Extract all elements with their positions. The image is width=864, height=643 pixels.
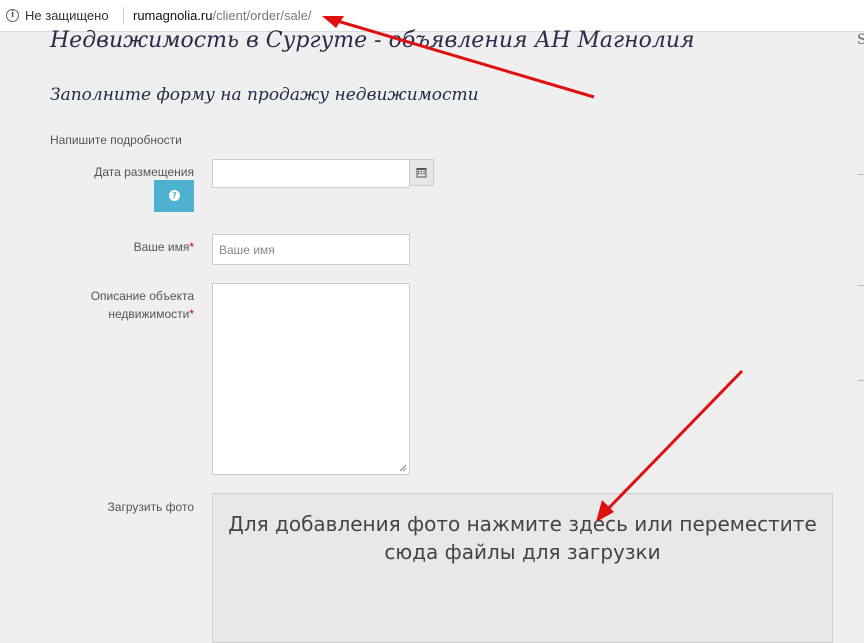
url-text[interactable]: rumagnolia.ru/client/order/sale/ <box>133 8 312 23</box>
calendar-icon <box>416 168 427 178</box>
resize-handle-icon[interactable] <box>399 464 407 472</box>
url-host: rumagnolia.ru <box>133 8 213 23</box>
edge-divider <box>858 380 864 381</box>
question-icon: ? <box>169 190 180 201</box>
description-textarea[interactable] <box>212 283 410 475</box>
upload-label: Загрузить фото <box>107 500 194 514</box>
form-title: Заполните форму на продажу недвижимости <box>50 85 479 105</box>
date-label: Дата размещения <box>94 165 194 179</box>
photo-dropzone[interactable]: Для добавления фото нажмите здесь или пе… <box>212 493 833 643</box>
description-label-line2: недвижимости <box>108 307 190 321</box>
divider <box>123 7 124 24</box>
name-label-text: Ваше имя <box>133 240 190 254</box>
description-label-line1: Описание объекта <box>90 289 194 303</box>
section-label: Напишите подробности <box>50 133 182 147</box>
date-input[interactable] <box>212 159 410 188</box>
dropzone-text: Для добавления фото нажмите здесь или пе… <box>228 512 817 564</box>
security-status[interactable]: Не защищено <box>25 8 109 23</box>
required-mark: * <box>189 307 194 321</box>
description-label: Описание объекта недвижимости* <box>91 287 194 323</box>
name-label: Ваше имя* <box>134 238 194 256</box>
right-edge-text: S <box>857 32 864 48</box>
site-title: Недвижимость в Сургуте - объявления АН М… <box>50 28 695 53</box>
calendar-button[interactable] <box>409 159 434 186</box>
url-path: /client/order/sale/ <box>212 8 312 23</box>
edge-divider <box>858 174 864 175</box>
name-input[interactable] <box>212 234 410 265</box>
required-mark: * <box>189 240 194 254</box>
info-icon[interactable]: i <box>6 9 19 22</box>
help-button[interactable]: ? <box>154 180 194 212</box>
edge-divider <box>858 285 864 286</box>
